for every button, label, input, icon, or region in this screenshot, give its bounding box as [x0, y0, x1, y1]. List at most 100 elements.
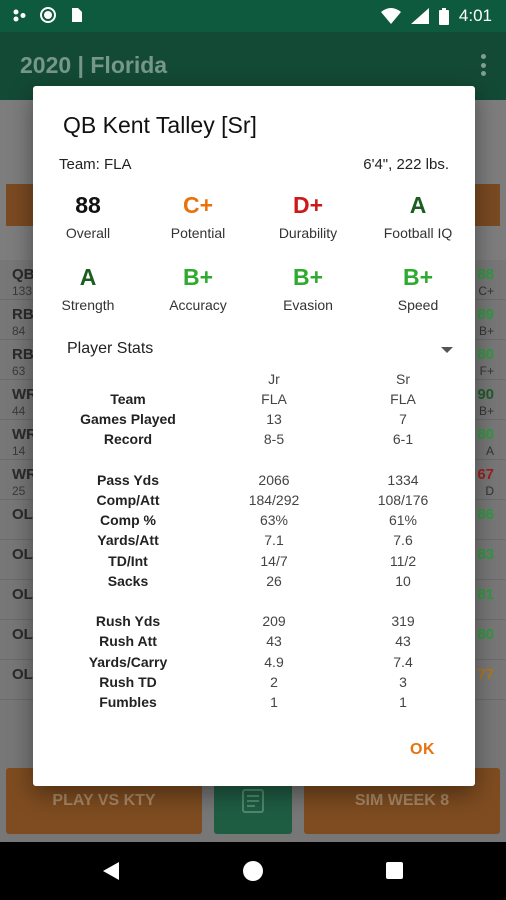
stats-dropdown[interactable]: Player Stats: [67, 338, 455, 364]
stats-row: Rush TD 2 3: [33, 674, 475, 694]
stat-jr-value: 26: [266, 572, 282, 589]
stat-jr-value: FLA: [261, 391, 287, 407]
roster-position: OL: [12, 586, 33, 603]
stat-sr-value: 7.4: [393, 653, 413, 670]
stats-row: Team FLA FLA: [33, 391, 475, 411]
stat-sr-value: 10: [395, 572, 411, 589]
roster-sub: 63: [12, 364, 26, 378]
roster-position: OL: [12, 666, 33, 683]
chevron-down-icon: [441, 347, 453, 353]
document-icon: [242, 789, 264, 813]
stats-row: Rush Att 43 43: [33, 633, 475, 653]
stat-label: Yards/Att: [97, 532, 159, 549]
record-icon: [40, 7, 56, 23]
rating-cell: B+ Evasion: [253, 264, 363, 313]
stat-sr-value: 7: [399, 411, 407, 428]
stat-label: Rush Yds: [95, 613, 161, 630]
player-size: 6'4", 222 lbs.: [363, 156, 449, 173]
stat-jr-value: 2066: [258, 471, 290, 488]
stat-label: Comp %: [100, 512, 156, 529]
stat-jr-value: 8-5: [263, 431, 285, 448]
roster-position: RB: [12, 346, 34, 363]
rating-cell: A Football IQ: [363, 192, 473, 241]
stat-jr-value: 184/292: [248, 492, 300, 508]
roster-grade: C+: [478, 284, 494, 298]
stat-label: Games Played: [80, 411, 176, 428]
stats-row: [33, 452, 475, 472]
stats-row: TD/Int 14/7 11/2: [33, 553, 475, 573]
recents-icon[interactable]: [386, 862, 403, 879]
stat-jr-value: 43: [266, 633, 282, 650]
back-icon[interactable]: [103, 862, 119, 880]
roster-sub: 14: [12, 444, 26, 458]
signal-icon: [410, 8, 429, 24]
rating-cell: C+ Potential: [143, 192, 253, 241]
roster-rating: 77: [477, 666, 494, 683]
rating-label: Potential: [170, 225, 226, 241]
stats-row: Rush Yds 209 319: [33, 613, 475, 633]
rating-label: Accuracy: [169, 297, 227, 313]
rating-value: A: [79, 264, 97, 290]
roster-rating: 80: [477, 426, 494, 443]
stats-row: Yards/Carry 4.9 7.4: [33, 654, 475, 674]
notification-dots-icon: [13, 9, 26, 22]
stat-sr-value: 108/176: [377, 492, 429, 508]
stat-jr-value: 13: [266, 411, 282, 428]
dialog-title: QB Kent Talley [Sr]: [63, 112, 257, 138]
stat-label: Rush TD: [99, 673, 157, 690]
status-icons-left: [12, 7, 84, 23]
stats-row: Record 8-5 6-1: [33, 431, 475, 451]
stats-row: Fumbles 1 1: [33, 694, 475, 714]
stat-label: Fumbles: [99, 694, 157, 710]
roster-position: RB: [12, 306, 34, 323]
rating-cell: 88 Overall: [33, 192, 143, 241]
stat-jr-value: 7.1: [264, 532, 284, 549]
roster-rating: 86: [477, 506, 494, 523]
roster-grade: B+: [478, 324, 494, 338]
column-header-jr: Jr: [268, 371, 280, 387]
rating-value: A: [409, 192, 427, 218]
roster-rating: 88: [477, 266, 494, 283]
navigation-bar: [0, 842, 506, 900]
roster-position: OL: [12, 546, 33, 563]
rating-label: Football IQ: [383, 225, 453, 241]
stat-sr-value: 11/2: [389, 552, 417, 569]
status-bar: 4:01: [0, 0, 506, 32]
home-icon[interactable]: [243, 861, 263, 881]
player-team: Team: FLA: [59, 156, 132, 173]
roster-grade: D: [485, 484, 494, 498]
app-title: 2020 | Florida: [20, 52, 168, 78]
roster-rating: 81: [477, 586, 494, 603]
stat-label: Record: [103, 431, 153, 448]
stat-sr-value: 1: [399, 694, 407, 710]
stats-dropdown-label: Player Stats: [67, 340, 154, 357]
roster-sub: 84: [12, 324, 26, 338]
background-tab-left: [6, 184, 36, 226]
stats-row: Pass Yds 2066 1334: [33, 472, 475, 492]
roster-sub: 133: [12, 284, 33, 298]
rating-value: B+: [292, 264, 324, 290]
stat-label: Pass Yds: [96, 471, 159, 488]
rating-label: Strength: [61, 297, 115, 313]
stat-jr-value: 63%: [259, 512, 289, 529]
stat-sr-value: 319: [391, 613, 415, 630]
stat-jr-value: 2: [270, 673, 278, 690]
stat-sr-value: 43: [395, 633, 411, 650]
rating-label: Durability: [278, 225, 338, 241]
stat-jr-value: 14/7: [260, 552, 288, 569]
rating-cell: B+ Accuracy: [143, 264, 253, 313]
stats-row: Comp/Att 184/292 108/176: [33, 492, 475, 512]
roster-rating: 80: [477, 626, 494, 643]
stat-jr-value: 4.9: [264, 653, 284, 670]
stat-sr-value: 6-1: [392, 431, 414, 448]
battery-icon: [438, 7, 449, 25]
player-dialog: QB Kent Talley [Sr] Team: FLA 6'4", 222 …: [33, 86, 475, 786]
roster-rating: 67: [477, 466, 494, 483]
rating-cell: A Strength: [33, 264, 143, 313]
sd-card-icon: [72, 8, 82, 22]
rating-value: C+: [182, 192, 214, 218]
overflow-menu-icon[interactable]: [480, 54, 486, 76]
stat-label: Comp/Att: [96, 492, 160, 508]
ok-button[interactable]: OK: [410, 741, 435, 759]
stat-jr-value: 209: [262, 613, 286, 630]
